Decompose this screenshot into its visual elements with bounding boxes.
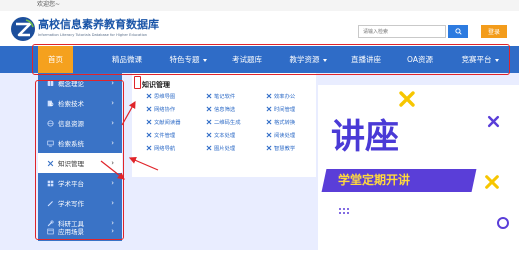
- site-title[interactable]: 高校信息素养教育数据库: [38, 18, 159, 31]
- tools-icon: [266, 93, 272, 99]
- banner-board: [318, 85, 519, 250]
- search-button[interactable]: [448, 25, 468, 38]
- tools-icon: [146, 145, 152, 151]
- submenu-item[interactable]: 图片处理: [206, 144, 235, 152]
- submenu-item-label: 时间管理: [274, 107, 296, 113]
- footer-strip: [0, 250, 519, 265]
- x-decoration-icon: [485, 175, 499, 189]
- submenu-item[interactable]: 信息筛选: [206, 105, 235, 113]
- submenu-item-label: 网络协作: [154, 107, 176, 113]
- submenu-item[interactable]: 网络协作: [146, 105, 175, 113]
- site-subtitle: Information Literacy Tutorials Database …: [38, 33, 148, 37]
- submenu-item[interactable]: 思维导图: [146, 92, 175, 100]
- tools-icon: [266, 145, 272, 151]
- submenu-item[interactable]: 格式转换: [266, 118, 295, 126]
- submenu-item-label: 网络导航: [154, 146, 176, 152]
- submenu-title: 知识管理: [142, 81, 170, 89]
- submenu-item[interactable]: 效率办公: [266, 92, 295, 100]
- submenu-item[interactable]: 智慧教学: [266, 144, 295, 152]
- search-icon: [454, 28, 462, 35]
- annotation-box-nav: [32, 44, 510, 75]
- tools-icon: [206, 132, 212, 138]
- submenu-item-label: 智慧教学: [274, 146, 296, 152]
- submenu-item-label: 格式转换: [274, 120, 296, 126]
- knowledge-mgmt-submenu: 知识管理 思维导图 笔记软件 效率办公网络协作 信息筛选 时间管理文献阅读器 二维码生成 格…: [132, 73, 316, 177]
- tools-icon: [146, 106, 152, 112]
- submenu-item-label: 思维导图: [154, 94, 176, 100]
- submenu-item[interactable]: 文本处理: [206, 131, 235, 139]
- submenu-item[interactable]: 二维码生成: [206, 118, 241, 126]
- submenu-item-label: 笔记软件: [214, 94, 236, 100]
- top-strip: 欢迎您~: [0, 0, 519, 11]
- submenu-item[interactable]: 阅读处理: [266, 131, 295, 139]
- submenu-item-label: 阅读处理: [274, 133, 296, 139]
- logo-icon[interactable]: [10, 16, 36, 42]
- tools-icon: [206, 106, 212, 112]
- banner-subline: 学堂定期开讲: [338, 173, 411, 187]
- tools-icon: [146, 132, 152, 138]
- annotation-box-menu: [35, 80, 124, 240]
- tools-icon: [146, 93, 152, 99]
- x-decoration-icon: [487, 115, 500, 128]
- submenu-item[interactable]: 时间管理: [266, 105, 295, 113]
- login-button[interactable]: 登录: [481, 25, 507, 38]
- tools-icon: [266, 119, 272, 125]
- welcome-text: 欢迎您~: [37, 1, 61, 8]
- search-input[interactable]: [358, 25, 446, 38]
- tools-icon: [206, 93, 212, 99]
- dots-decoration-icon: [339, 208, 349, 214]
- circle-decoration-icon: [497, 217, 509, 229]
- submenu-item-label: 信息筛选: [214, 107, 236, 113]
- submenu-item[interactable]: 网络导航: [146, 144, 175, 152]
- tools-icon: [146, 119, 152, 125]
- tools-icon: [266, 132, 272, 138]
- submenu-item-label: 效率办公: [274, 94, 296, 100]
- page: 欢迎您~ 高校信息素养教育数据库 Information Literacy Tu…: [0, 0, 519, 265]
- submenu-item-label: 文件管理: [154, 133, 176, 139]
- tools-icon: [266, 106, 272, 112]
- site-header: 高校信息素养教育数据库 Information Literacy Tutoria…: [0, 11, 519, 46]
- annotation-box-submenu-title: [134, 76, 141, 89]
- tools-icon: [206, 119, 212, 125]
- submenu-item-label: 图片处理: [214, 146, 236, 152]
- x-decoration-icon: [399, 91, 415, 107]
- submenu-item[interactable]: 文献阅读器: [146, 118, 181, 126]
- submenu-item-label: 文本处理: [214, 133, 236, 139]
- submenu-item[interactable]: 笔记软件: [206, 92, 235, 100]
- tools-icon: [206, 145, 212, 151]
- submenu-item[interactable]: 文件管理: [146, 131, 175, 139]
- submenu-item-label: 二维码生成: [214, 120, 241, 126]
- submenu-item-label: 文献阅读器: [154, 120, 181, 126]
- banner-headline: 讲座: [331, 117, 399, 157]
